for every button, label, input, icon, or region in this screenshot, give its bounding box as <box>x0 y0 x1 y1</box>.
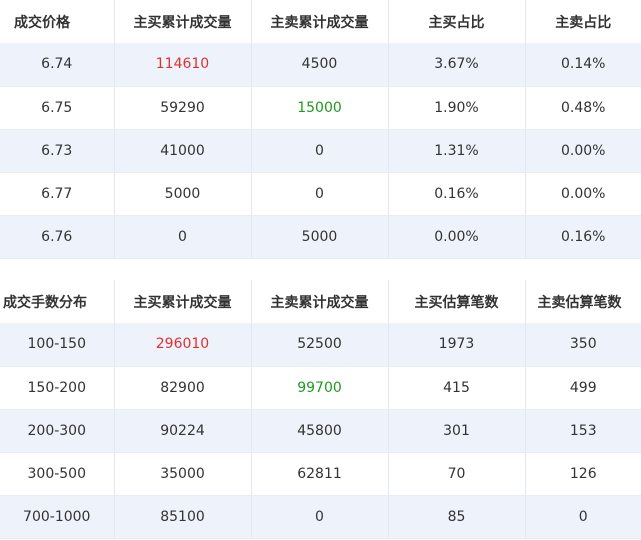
buy-volume-cell: 85100 <box>114 495 252 539</box>
header-buy-ratio[interactable]: 主买占比 <box>388 0 526 43</box>
sell-volume-cell: 0 <box>251 172 389 216</box>
sell-volume-cell: 99700 <box>251 366 389 410</box>
table-header-row: 成交价格 主买累计成交量 主卖累计成交量 主买占比 主卖占比 <box>0 0 641 43</box>
sell-ratio-cell: 0.00% <box>525 172 641 216</box>
lot-range-cell: 200-300 <box>0 409 115 453</box>
buy-volume-cell: 5000 <box>114 172 252 216</box>
sell-ratio-cell: 0.16% <box>525 215 641 259</box>
price-distribution-table: 成交价格 主买累计成交量 主卖累计成交量 主买占比 主卖占比 6.74 1146… <box>0 0 641 259</box>
sell-ratio-cell: 0.14% <box>525 43 641 87</box>
buy-count-cell: 85 <box>388 495 526 539</box>
buy-ratio-cell: 0.00% <box>388 215 526 259</box>
header-buy-volume[interactable]: 主买累计成交量 <box>114 280 252 323</box>
table-divider <box>0 260 641 280</box>
buy-volume-cell: 90224 <box>114 409 252 453</box>
buy-count-cell: 70 <box>388 452 526 496</box>
table-row: 300-500 35000 62811 70 126 <box>0 452 641 496</box>
sell-volume-cell: 52500 <box>251 323 389 367</box>
buy-volume-cell: 41000 <box>114 129 252 173</box>
buy-ratio-cell: 0.16% <box>388 172 526 216</box>
sell-count-cell: 153 <box>525 409 641 453</box>
sell-count-cell: 126 <box>525 452 641 496</box>
lot-range-cell: 300-500 <box>0 452 115 496</box>
price-cell: 6.73 <box>0 129 115 173</box>
buy-ratio-cell: 3.67% <box>388 43 526 87</box>
header-lot-range[interactable]: 成交手数分布 <box>0 280 115 323</box>
header-sell-volume[interactable]: 主卖累计成交量 <box>251 280 389 323</box>
buy-count-cell: 1973 <box>388 323 526 367</box>
buy-volume-cell: 296010 <box>114 323 252 367</box>
sell-count-cell: 0 <box>525 495 641 539</box>
buy-count-cell: 415 <box>388 366 526 410</box>
buy-volume-cell: 114610 <box>114 43 252 87</box>
table-row: 100-150 296010 52500 1973 350 <box>0 323 641 367</box>
lot-size-distribution-table: 成交手数分布 主买累计成交量 主卖累计成交量 主买估算笔数 主卖估算笔数 100… <box>0 280 641 539</box>
buy-ratio-cell: 1.90% <box>388 86 526 130</box>
table-row: 150-200 82900 99700 415 499 <box>0 366 641 410</box>
price-cell: 6.76 <box>0 215 115 259</box>
sell-volume-cell: 0 <box>251 495 389 539</box>
header-price[interactable]: 成交价格 <box>0 0 115 43</box>
sell-volume-cell: 45800 <box>251 409 389 453</box>
header-buy-count[interactable]: 主买估算笔数 <box>388 280 526 323</box>
table-row: 200-300 90224 45800 301 153 <box>0 409 641 453</box>
sell-volume-cell: 15000 <box>251 86 389 130</box>
price-cell: 6.77 <box>0 172 115 216</box>
sell-volume-cell: 5000 <box>251 215 389 259</box>
price-cell: 6.75 <box>0 86 115 130</box>
buy-ratio-cell: 1.31% <box>388 129 526 173</box>
header-sell-volume[interactable]: 主卖累计成交量 <box>251 0 389 43</box>
sell-volume-cell: 4500 <box>251 43 389 87</box>
lot-range-cell: 150-200 <box>0 366 115 410</box>
table-row: 6.75 59290 15000 1.90% 0.48% <box>0 86 641 130</box>
buy-count-cell: 301 <box>388 409 526 453</box>
lot-range-cell: 100-150 <box>0 323 115 367</box>
price-cell: 6.74 <box>0 43 115 87</box>
table-row: 6.73 41000 0 1.31% 0.00% <box>0 129 641 173</box>
sell-volume-cell: 0 <box>251 129 389 173</box>
sell-ratio-cell: 0.48% <box>525 86 641 130</box>
sell-ratio-cell: 0.00% <box>525 129 641 173</box>
header-sell-ratio[interactable]: 主卖占比 <box>525 0 641 43</box>
sell-volume-cell: 62811 <box>251 452 389 496</box>
sell-count-cell: 350 <box>525 323 641 367</box>
table-header-row: 成交手数分布 主买累计成交量 主卖累计成交量 主买估算笔数 主卖估算笔数 <box>0 280 641 323</box>
buy-volume-cell: 82900 <box>114 366 252 410</box>
buy-volume-cell: 0 <box>114 215 252 259</box>
header-sell-count[interactable]: 主卖估算笔数 <box>525 280 641 323</box>
table-row: 6.77 5000 0 0.16% 0.00% <box>0 172 641 216</box>
table-row: 700-1000 85100 0 85 0 <box>0 495 641 539</box>
header-buy-volume[interactable]: 主买累计成交量 <box>114 0 252 43</box>
table-row: 6.76 0 5000 0.00% 0.16% <box>0 215 641 259</box>
trade-distribution-panel: 成交价格 主买累计成交量 主卖累计成交量 主买占比 主卖占比 6.74 1146… <box>0 0 641 540</box>
lot-range-cell: 700-1000 <box>0 495 115 539</box>
table-row: 6.74 114610 4500 3.67% 0.14% <box>0 43 641 87</box>
buy-volume-cell: 35000 <box>114 452 252 496</box>
buy-volume-cell: 59290 <box>114 86 252 130</box>
sell-count-cell: 499 <box>525 366 641 410</box>
